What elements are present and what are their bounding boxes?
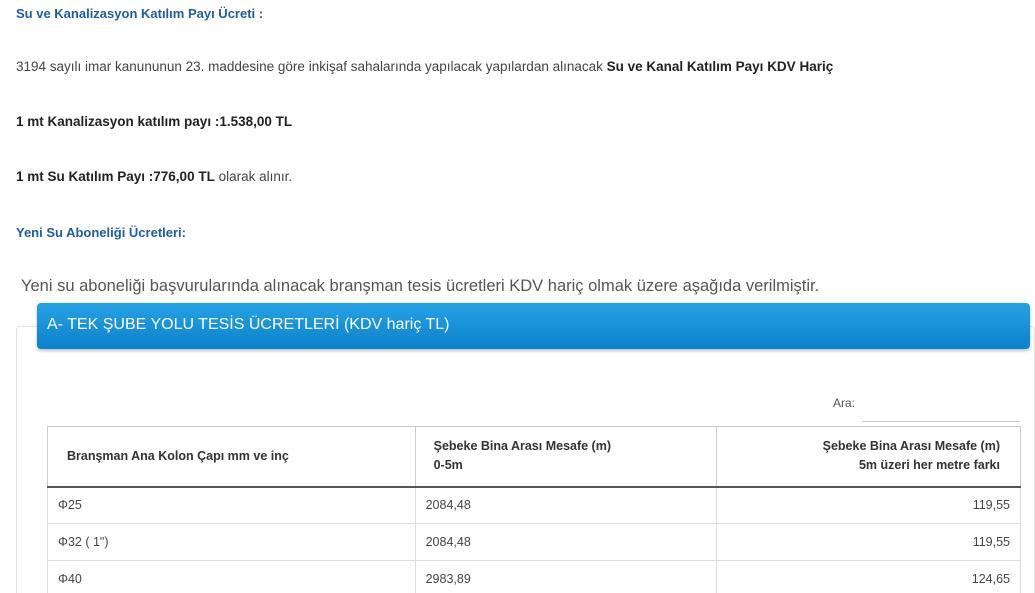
cell-cap: Φ32 ( 1") <box>47 523 416 561</box>
panel-header: A- TEK ŞUBE YOLU TESİS ÜCRETLERİ (KDV ha… <box>37 303 1030 349</box>
cell-mesafe: 2084,48 <box>414 523 718 561</box>
fee-table: Branşman Ana Kolon Çapı mm ve inç Şebeke… <box>47 426 1021 593</box>
table-row: Φ25 2084,48 119,55 <box>47 486 1021 524</box>
table-row: Φ32 ( 1") 2084,48 119,55 <box>47 523 1021 561</box>
kanal-fee-line: 1 mt Kanalizasyon katılım payı :1.538,00… <box>16 114 292 129</box>
table-row: Φ40 2983,89 124,65 <box>47 560 1021 593</box>
intro-paragraph: 3194 sayılı imar kanununun 23. maddesine… <box>16 59 833 74</box>
cell-cap: Φ25 <box>47 486 416 524</box>
su-fee-suffix: olarak alınır. <box>214 169 293 184</box>
cell-metre-farki: 119,55 <box>716 523 1021 561</box>
search-input[interactable] <box>862 392 1020 422</box>
search-label: Ara: <box>833 396 856 410</box>
su-fee-text: 1 mt Su Katılım Payı :776,00 TL <box>16 169 215 184</box>
kanal-fee-text: 1 mt Kanalizasyon katılım payı :1.538,00… <box>16 114 293 129</box>
cell-metre-farki: 119,55 <box>716 486 1021 524</box>
intro-bold: Su ve Kanal Katılım Payı KDV Hariç <box>606 59 834 74</box>
cell-mesafe: 2084,48 <box>414 486 718 524</box>
column-header-metre-farki[interactable]: Şebeke Bina Arası Mesafe (m) 5m üzeri her… <box>716 426 1021 488</box>
section-title-abonelik: Yeni Su Aboneliği Ücretleri: <box>16 225 186 240</box>
section-title-katilim: Su ve Kanalizasyon Katılım Payı Ücreti : <box>16 6 264 21</box>
cell-cap: Φ40 <box>47 560 416 593</box>
column-header-cap[interactable]: Branşman Ana Kolon Çapı mm ve inç <box>47 426 416 488</box>
su-fee-line: 1 mt Su Katılım Payı :776,00 TL olarak a… <box>16 169 292 184</box>
cell-metre-farki: 124,65 <box>716 560 1021 593</box>
abonelik-intro: Yeni su aboneliği başvurularında alınaca… <box>21 277 820 295</box>
cell-mesafe: 2983,89 <box>414 560 718 593</box>
intro-text: 3194 sayılı imar kanununun 23. maddesine… <box>16 59 607 74</box>
table-header-row: Branşman Ana Kolon Çapı mm ve inç Şebeke… <box>47 426 1021 488</box>
column-header-0-5m[interactable]: Şebeke Bina Arası Mesafe (m) 0-5m <box>414 426 718 488</box>
